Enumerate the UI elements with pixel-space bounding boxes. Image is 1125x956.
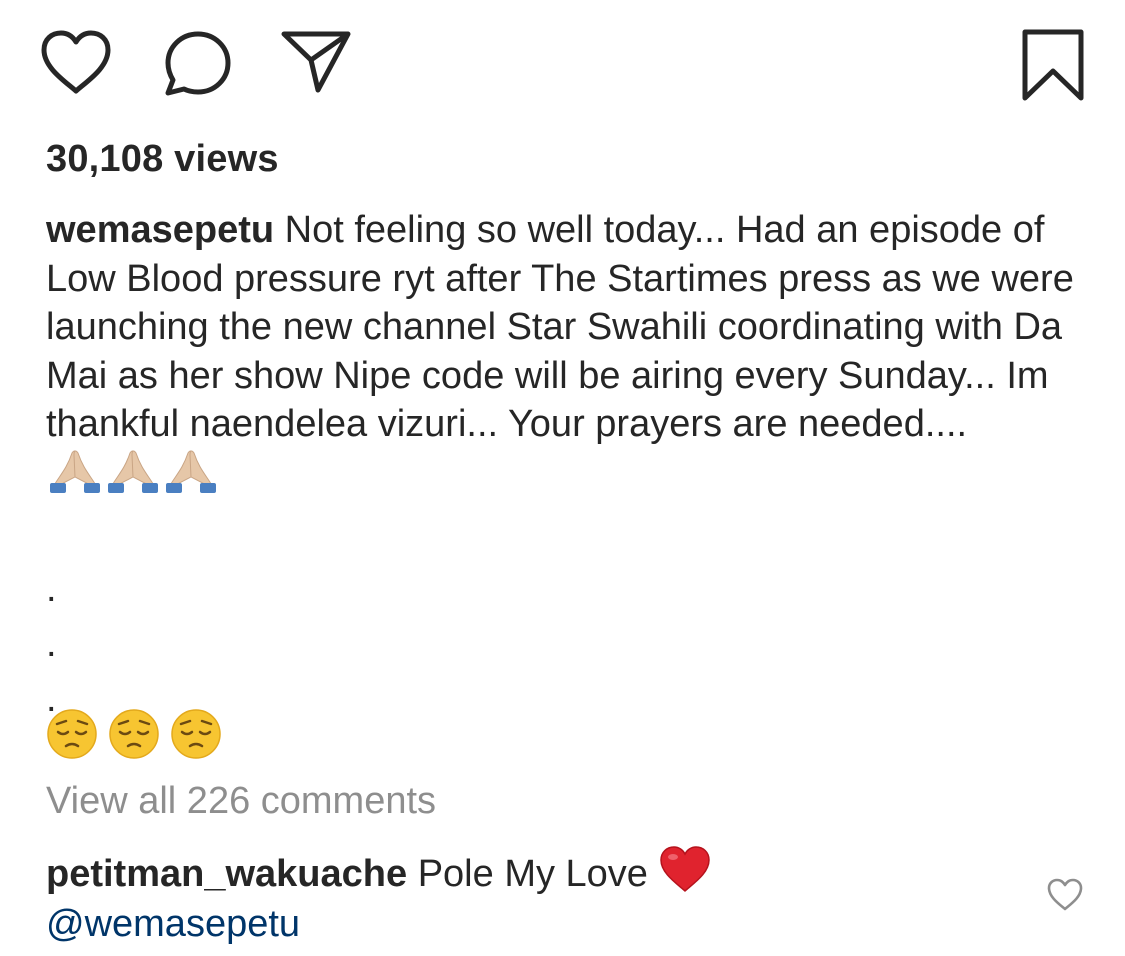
action-bar	[40, 28, 1085, 102]
view-count[interactable]: 30,108 views	[46, 138, 279, 181]
comment-like-heart-icon[interactable]	[1046, 878, 1084, 917]
folded-hands-emoji-icon	[166, 449, 216, 493]
comment-username[interactable]: petitman_wakuache	[46, 853, 407, 895]
comment-mention-link[interactable]: @wemasepetu	[46, 903, 300, 945]
folded-hands-emoji-icon	[50, 449, 100, 493]
pray-emoji-group	[48, 449, 218, 493]
caption-dot: .	[46, 623, 57, 665]
caption-username[interactable]: wemasepetu	[46, 209, 274, 251]
comment-bubble-icon[interactable]	[162, 30, 234, 98]
comment-text: Pole My Love	[417, 853, 648, 895]
heart-icon[interactable]	[40, 30, 112, 96]
comment-item: petitman_wakuache Pole My Love @wemasepe…	[46, 846, 1026, 949]
red-heart-emoji-icon	[659, 846, 710, 893]
folded-hands-emoji-icon	[108, 449, 158, 493]
caption-dot: .	[46, 568, 57, 610]
bookmark-icon[interactable]	[1021, 28, 1085, 102]
pensive-emoji-group	[46, 708, 222, 760]
view-all-comments-link[interactable]: View all 226 comments	[46, 780, 436, 823]
pensive-face-emoji-icon	[47, 709, 97, 759]
pensive-face-emoji-icon	[109, 709, 159, 759]
pensive-face-emoji-icon	[171, 709, 221, 759]
caption-dots: . . .	[46, 562, 57, 727]
paper-plane-icon[interactable]	[280, 28, 352, 96]
post-caption: wemasepetu Not feeling so well today... …	[46, 206, 1086, 499]
